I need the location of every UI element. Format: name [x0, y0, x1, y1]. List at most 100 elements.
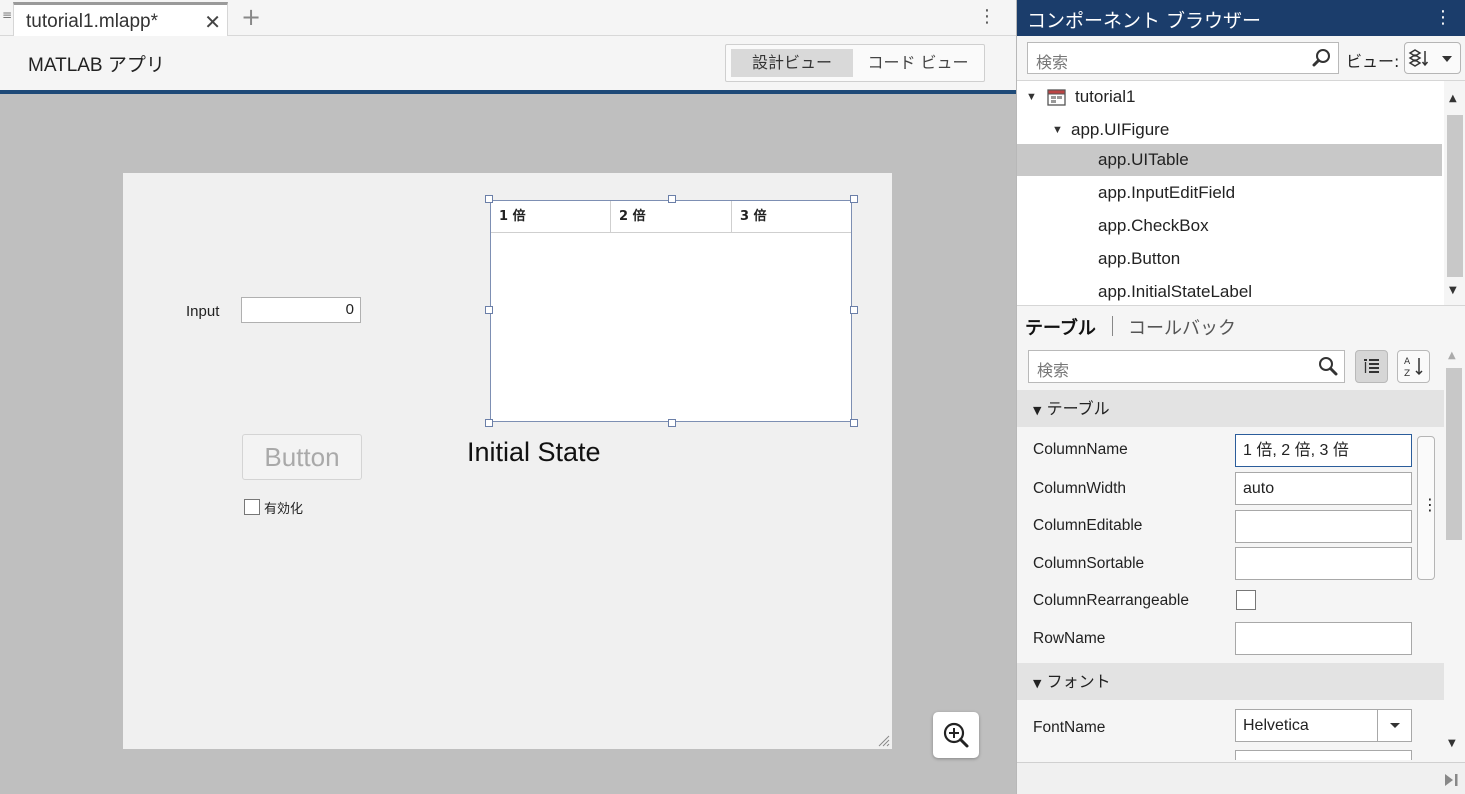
view-label: ビュー: — [1346, 52, 1400, 71]
resize-handle[interactable] — [850, 306, 858, 314]
table-column-header[interactable]: 1 倍 — [491, 201, 611, 233]
resize-handle[interactable] — [850, 195, 858, 203]
input-edit-field[interactable]: 0 — [241, 297, 361, 323]
zoom-in-button[interactable] — [933, 712, 979, 758]
tree-item-label: tutorial1 — [1075, 87, 1136, 106]
table-header-row: 1 倍 2 倍 3 倍 — [491, 201, 851, 233]
ui-figure-canvas[interactable]: Input 0 1 倍 2 倍 3 倍 Button 有効化 Initial S… — [123, 173, 892, 749]
chevron-down-icon — [1390, 723, 1400, 728]
sort-az-icon: A Z — [1404, 357, 1423, 379]
svg-text:Z: Z — [1404, 369, 1410, 379]
more-icon: ⋮ — [1422, 495, 1438, 514]
tree-item-uifigure[interactable]: ▼ app.UIFigure — [1017, 114, 1442, 146]
app-button[interactable]: Button — [242, 434, 362, 480]
view-switcher: 設計ビュー コード ビュー — [725, 44, 985, 82]
expand-caret-icon[interactable]: ▼ — [1052, 114, 1063, 146]
group-header-table[interactable]: ▼ テーブル — [1017, 390, 1444, 427]
page-title: MATLAB アプリ — [28, 55, 165, 76]
property-search-input[interactable]: 検索 — [1028, 350, 1345, 383]
rowname-field[interactable] — [1235, 622, 1412, 655]
tab-separator — [1112, 316, 1113, 336]
search-icon[interactable] — [1312, 48, 1332, 68]
resize-handle[interactable] — [668, 419, 676, 427]
component-search-input[interactable]: 検索 — [1027, 42, 1339, 74]
table-column-header[interactable]: 3 倍 — [732, 201, 851, 233]
panel-footer — [1017, 762, 1465, 794]
tree-view-icon — [1408, 49, 1452, 67]
scroll-down-icon[interactable]: ▼ — [1448, 738, 1456, 749]
columnrearrangeable-checkbox[interactable] — [1236, 590, 1256, 610]
scrollbar-thumb[interactable] — [1447, 115, 1463, 277]
dropdown-arrow[interactable] — [1377, 710, 1411, 741]
view-dropdown[interactable] — [1404, 42, 1461, 74]
search-placeholder: 検索 — [1037, 361, 1070, 380]
prop-label-columnsortable: ColumnSortable — [1033, 555, 1145, 572]
tree-scrollbar[interactable]: ▲ ▼ — [1444, 81, 1465, 305]
prop-label-fontname: FontName — [1033, 719, 1106, 736]
tree-item-uitable[interactable]: app.UITable — [1017, 144, 1442, 176]
header-divider — [0, 90, 1016, 94]
group-header-font[interactable]: ▼ フォント — [1017, 663, 1444, 700]
list-group-icon — [1364, 359, 1379, 373]
prop-label-columnrearrangeable: ColumnRearrangeable — [1033, 592, 1189, 609]
columnsortable-field[interactable] — [1235, 547, 1412, 580]
tab-grip-icon[interactable]: ≡ — [2, 8, 12, 22]
table-column-header[interactable]: 2 倍 — [611, 201, 732, 233]
tree-item-initialstatelabel[interactable]: app.InitialStateLabel — [1017, 276, 1442, 308]
canvas-resize-grip-icon[interactable] — [876, 733, 890, 747]
input-label[interactable]: Input — [186, 303, 219, 320]
add-tab-icon[interactable]: + — [241, 3, 261, 31]
sort-alpha-button[interactable]: A Z — [1397, 350, 1430, 383]
resize-handle[interactable] — [485, 419, 493, 427]
component-browser-title: コンポーネント ブラウザー — [1027, 10, 1262, 32]
expand-caret-icon[interactable]: ▼ — [1026, 81, 1037, 113]
checkbox-box[interactable] — [244, 499, 260, 515]
tab-table[interactable]: テーブル — [1025, 314, 1096, 340]
fontname-dropdown[interactable]: Helvetica — [1235, 709, 1412, 742]
resize-handle[interactable] — [850, 419, 858, 427]
columnwidth-field[interactable]: auto — [1235, 472, 1412, 505]
tree-item-inputeditfield[interactable]: app.InputEditField — [1017, 177, 1442, 209]
inspector-scrollbar[interactable]: ▲ ▼ — [1443, 346, 1465, 758]
tree-item-label: app.CheckBox — [1098, 216, 1209, 235]
search-icon[interactable] — [1318, 356, 1338, 376]
tree-item-tutorial1[interactable]: ▼ tutorial1 — [1017, 81, 1442, 113]
resize-handle[interactable] — [485, 306, 493, 314]
scrollbar-thumb[interactable] — [1446, 368, 1462, 540]
ui-table[interactable]: 1 倍 2 倍 3 倍 — [490, 200, 852, 422]
document-tab-bar: ≡ tutorial1.mlapp* ✕ + ⋮ — [0, 0, 1016, 36]
collapse-caret-icon: ▼ — [1033, 404, 1042, 417]
close-tab-icon[interactable]: ✕ — [204, 10, 221, 34]
collapse-panel-icon[interactable] — [1442, 771, 1460, 789]
next-property-field[interactable] — [1235, 750, 1412, 760]
columnname-field[interactable]: 1 倍, 2 倍, 3 倍 — [1235, 434, 1412, 467]
property-inspector: ▼ テーブル ColumnName 1 倍, 2 倍, 3 倍 ColumnWi… — [1017, 390, 1444, 760]
scroll-up-icon[interactable]: ▲ — [1449, 93, 1457, 104]
more-options-icon[interactable]: ⋮ — [978, 6, 996, 27]
document-tab-label: tutorial1.mlapp* — [26, 11, 159, 32]
code-view-button[interactable]: コード ビュー — [857, 49, 979, 77]
search-placeholder: 検索 — [1036, 53, 1069, 72]
design-view-button[interactable]: 設計ビュー — [731, 49, 853, 77]
inspector-tabs: テーブル コールバック — [1017, 310, 1465, 342]
document-tab[interactable]: tutorial1.mlapp* ✕ — [13, 2, 228, 36]
scroll-up-icon[interactable]: ▲ — [1448, 350, 1456, 361]
scroll-down-icon[interactable]: ▼ — [1449, 285, 1457, 296]
tree-item-label: app.Button — [1098, 249, 1181, 268]
resize-handle[interactable] — [668, 195, 676, 203]
app-icon — [1047, 89, 1066, 106]
svg-text:A: A — [1404, 357, 1411, 367]
tree-item-checkbox[interactable]: app.CheckBox — [1017, 210, 1442, 242]
panel-options-icon[interactable]: ⋮ — [1434, 7, 1452, 28]
tab-callback[interactable]: コールバック — [1128, 314, 1236, 340]
resize-handle[interactable] — [485, 195, 493, 203]
zoom-in-icon — [943, 722, 969, 748]
component-browser-panel: コンポーネント ブラウザー ⋮ 検索 ビュー: ▼ tutorial1 ▼ ap… — [1016, 0, 1465, 794]
initial-state-label[interactable]: Initial State — [467, 437, 601, 468]
array-editor-button[interactable]: ⋮ — [1417, 436, 1438, 580]
group-view-button[interactable] — [1355, 350, 1388, 383]
tree-item-label: app.InputEditField — [1098, 183, 1236, 202]
tree-item-button[interactable]: app.Button — [1017, 243, 1442, 275]
prop-label-columneditable: ColumnEditable — [1033, 517, 1143, 534]
columneditable-field[interactable] — [1235, 510, 1412, 543]
